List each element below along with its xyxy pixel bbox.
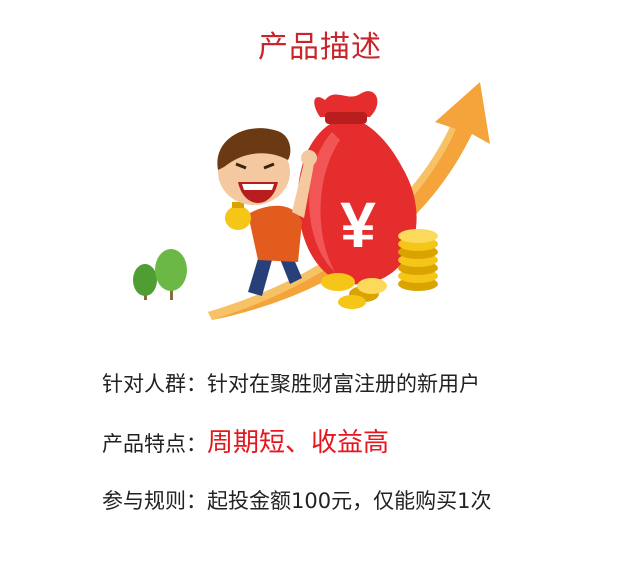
cartoon-man-icon <box>217 128 317 296</box>
currency-symbol: ¥ <box>340 189 376 261</box>
target-label: 针对人群： <box>102 372 207 396</box>
features-value: 周期短、收益高 <box>207 428 390 458</box>
info-row-features: 产品特点：周期短、收益高 <box>102 422 602 459</box>
page-title: 产品描述 <box>258 30 382 65</box>
rules-value: 起投金额100元，仅能购买1次 <box>207 489 492 513</box>
info-row-target: 针对人群：针对在聚胜财富注册的新用户 <box>102 368 602 398</box>
tree-icon <box>133 249 187 300</box>
money-bag-icon: ¥ <box>297 91 417 285</box>
target-value: 针对在聚胜财富注册的新用户 <box>207 372 480 396</box>
features-label: 产品特点： <box>102 432 207 456</box>
rules-label: 参与规则： <box>102 489 207 513</box>
info-row-rules: 参与规则：起投金额100元，仅能购买1次 <box>102 485 602 515</box>
product-illustration: ¥ <box>133 82 490 320</box>
